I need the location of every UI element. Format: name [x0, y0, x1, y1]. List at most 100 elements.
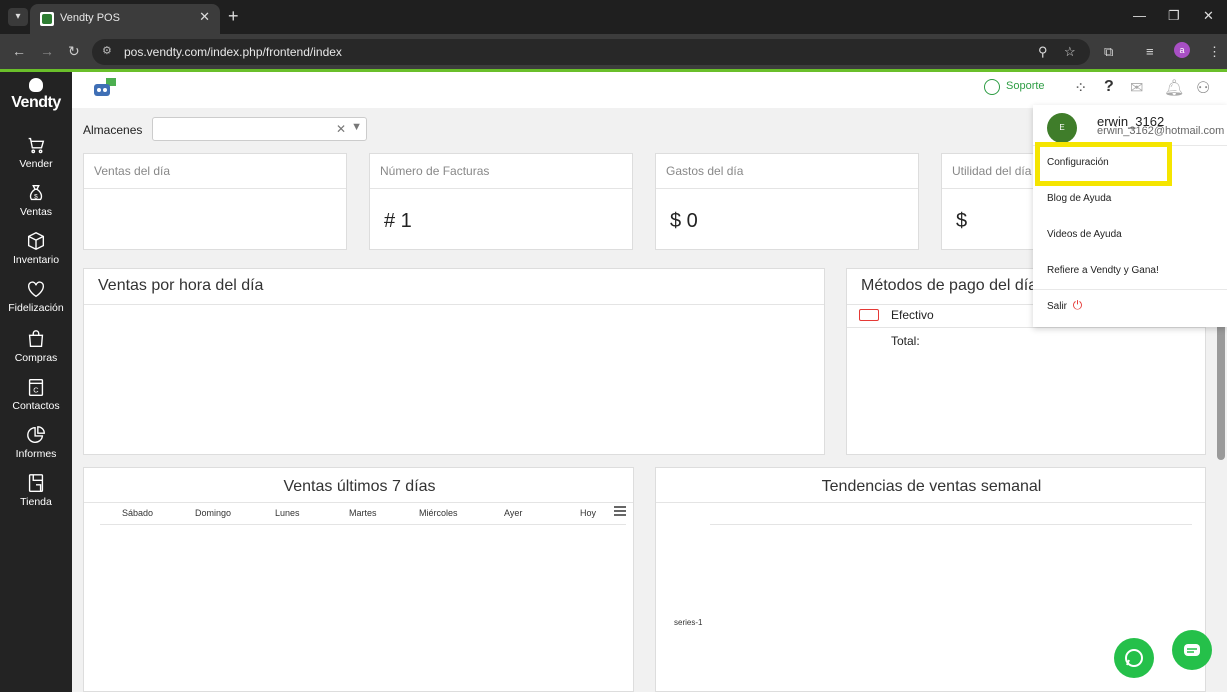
chevron-down-icon[interactable]: ▼ [351, 121, 362, 133]
x-tick-label: Martes [349, 508, 377, 518]
vendty-logo: Vendty [11, 94, 61, 111]
browser-tab[interactable]: Vendty POS ✕ [30, 4, 220, 34]
chart-title: Ventas últimos 7 días [283, 478, 436, 495]
almacenes-label: Almacenes [83, 123, 143, 137]
cart-icon [28, 137, 45, 154]
sidebar-item-compras[interactable]: Compras [0, 328, 72, 364]
svg-text:$: $ [34, 194, 38, 201]
apps-grid-icon[interactable]: ⁘ [1074, 78, 1087, 98]
minimize-icon[interactable]: — [1133, 8, 1146, 23]
card-value: $ [956, 210, 968, 232]
x-tick-label: Ayer [504, 508, 523, 518]
sidebar-item-fidelizacion[interactable]: Fidelización [0, 278, 72, 314]
tab-close-icon[interactable]: ✕ [199, 9, 210, 25]
card-title: Ventas del día [84, 154, 346, 189]
salir-label: Salir [1047, 301, 1068, 312]
panel-title: Ventas por hora del día [98, 277, 264, 294]
x-tick-label: Hoy [580, 508, 597, 518]
grid-line [710, 524, 1192, 525]
divider [656, 502, 1205, 503]
whatsapp-button[interactable] [1114, 638, 1154, 678]
sidebar-item-contactos[interactable]: C Contactos [0, 376, 72, 412]
chart-title: Tendencias de ventas semanal [821, 478, 1042, 495]
new-tab-icon[interactable]: + [228, 6, 239, 27]
browser-profile-avatar[interactable]: a [1174, 42, 1190, 58]
total-label: Total: [891, 334, 920, 348]
tab-title: Vendty POS [60, 12, 120, 24]
divider [847, 327, 1205, 328]
sidebar-item-tienda[interactable]: Tienda [0, 472, 72, 508]
close-window-icon[interactable]: ✕ [1203, 8, 1214, 24]
clear-icon[interactable]: ✕ [336, 122, 346, 136]
contacts-icon: C [28, 378, 44, 396]
sidebar-item-label: Inventario [12, 254, 60, 266]
shopping-bag-icon [28, 330, 44, 348]
whatsapp-icon [1125, 649, 1143, 667]
support-whatsapp-icon[interactable] [984, 79, 1000, 95]
x-tick-label: Sábado [122, 508, 154, 518]
chat-button[interactable] [1172, 630, 1212, 670]
vendty-bot-icon [94, 78, 116, 96]
divider [84, 304, 824, 305]
support-link[interactable]: Soporte [1006, 80, 1045, 92]
sidebar-item-ventas[interactable]: $ Ventas [0, 182, 72, 218]
almacenes-select[interactable]: ✕ ▼ [152, 117, 367, 141]
back-icon[interactable]: ← [12, 43, 26, 59]
tab-list-icon[interactable]: ≡ [1146, 44, 1154, 59]
box-icon [27, 231, 45, 251]
vendty-favicon-icon [40, 12, 54, 26]
forward-icon[interactable]: → [40, 43, 54, 59]
avatar: E [1047, 113, 1077, 143]
x-tick-label: Domingo [195, 508, 232, 518]
menu-item-blog-ayuda[interactable]: Blog de Ayuda [1047, 193, 1111, 204]
browser-toolbar: ← → ↻ ⚙ pos.vendty.com/index.php/fronten… [0, 34, 1227, 70]
panel-title: Métodos de pago del día [861, 277, 1038, 294]
menu-item-salir[interactable]: Salir ⏻ [1047, 298, 1082, 313]
user-email: erwin_3162@hotmail.com [1097, 125, 1225, 137]
mail-icon[interactable]: ✉ [1130, 78, 1143, 98]
sidebar-item-label: Vender [19, 158, 53, 170]
divider [84, 502, 633, 503]
reload-icon[interactable]: ↻ [68, 43, 80, 60]
chart-menu-icon[interactable] [614, 506, 626, 518]
axis-line [100, 524, 626, 525]
sidebar-item-inventario[interactable]: Inventario [0, 230, 72, 266]
svg-text:C: C [33, 386, 39, 395]
restore-icon[interactable]: ❐ [1168, 8, 1180, 24]
extensions-icon[interactable]: ⧉ [1104, 44, 1113, 60]
sidebar-item-label: Compras [14, 352, 58, 364]
zoom-icon[interactable]: ⚲ [1038, 44, 1048, 60]
x-tick-label: Lunes [275, 508, 300, 518]
sidebar-item-informes[interactable]: Informes [0, 424, 72, 460]
store-icon [28, 474, 44, 492]
scrollbar[interactable] [1217, 318, 1225, 460]
browser-tabbar: ▾ Vendty POS ✕ + — ❐ ✕ [0, 0, 1227, 34]
sidebar-item-label: Fidelización [8, 302, 64, 314]
menu-item-videos-ayuda[interactable]: Videos de Ayuda [1047, 229, 1122, 240]
bell-icon[interactable]: 🔔︎ [1164, 78, 1184, 98]
vendty-logo-icon [29, 78, 43, 92]
user-dropdown-menu: E erwin_3162 erwin_3162@hotmail.com Conf… [1033, 105, 1227, 327]
card-gastos-dia: Gastos del día $ 0 [655, 153, 919, 250]
panel-ventas-hora: Ventas por hora del día [83, 268, 825, 455]
card-title: Gastos del día [656, 154, 918, 189]
cash-icon [859, 309, 879, 321]
sidebar-item-vender[interactable]: Vender [0, 134, 72, 170]
pie-chart-icon [27, 426, 45, 443]
chat-icon [1184, 644, 1200, 656]
bookmark-star-icon[interactable]: ☆ [1064, 44, 1076, 60]
heart-icon [27, 281, 45, 298]
sidebar-item-label: Contactos [12, 400, 60, 412]
url-text: pos.vendty.com/index.php/frontend/index [124, 45, 342, 59]
money-bag-icon: $ [29, 184, 43, 201]
tab-search-button[interactable]: ▾ [8, 8, 28, 26]
address-bar[interactable]: ⚙ pos.vendty.com/index.php/frontend/inde… [92, 39, 1090, 65]
card-value: # 1 [384, 210, 412, 232]
menu-item-refiere[interactable]: Refiere a Vendty y Gana! [1047, 265, 1159, 276]
user-icon[interactable]: ⚇ [1196, 78, 1210, 98]
sidebar-item-label: Tienda [20, 496, 52, 508]
browser-menu-icon[interactable]: ⋮ [1208, 44, 1221, 60]
x-tick-label: Miércoles [419, 508, 458, 518]
site-info-icon[interactable]: ⚙ [102, 44, 112, 57]
help-icon[interactable]: ? [1104, 78, 1114, 96]
